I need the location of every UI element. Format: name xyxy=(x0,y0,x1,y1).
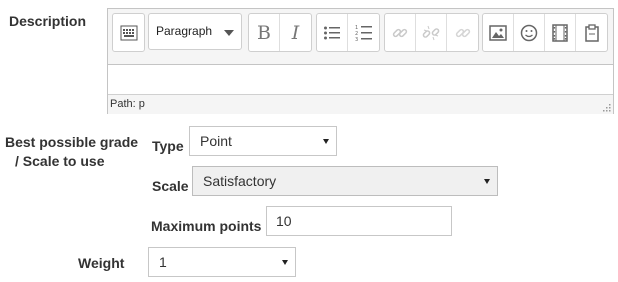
rich-text-editor: Paragraph B I 1 2 3 Path: p xyxy=(107,8,614,114)
image-button[interactable] xyxy=(483,14,514,51)
unlink-icon xyxy=(422,25,440,40)
media-button[interactable] xyxy=(545,14,576,51)
bullet-list-icon xyxy=(324,26,340,39)
chevron-down-icon xyxy=(282,260,288,265)
media-group xyxy=(482,13,608,52)
type-label: Type xyxy=(152,138,184,154)
list-group: 1 2 3 xyxy=(316,13,380,52)
link-button[interactable] xyxy=(385,14,416,51)
image-icon xyxy=(489,24,507,41)
chevron-down-icon xyxy=(323,139,329,144)
resize-handle-icon[interactable] xyxy=(601,102,611,112)
svg-text:3: 3 xyxy=(355,37,358,42)
paragraph-format-select[interactable]: Paragraph xyxy=(148,13,242,50)
italic-icon: I xyxy=(291,21,300,44)
numbered-list-button[interactable]: 1 2 3 xyxy=(348,14,379,51)
anchor-icon xyxy=(455,28,470,37)
toolbar-toggle-icon xyxy=(120,25,137,40)
italic-button[interactable]: I xyxy=(280,14,311,51)
grade-type-select[interactable]: Point xyxy=(189,126,337,156)
toolbar-toggle-group xyxy=(112,13,145,52)
scale-value: Satisfactory xyxy=(203,173,277,189)
editor-content-area[interactable] xyxy=(108,65,613,93)
weight-value: 1 xyxy=(159,254,167,270)
bold-button[interactable]: B xyxy=(249,14,280,51)
link-icon xyxy=(392,28,408,37)
bullet-list-button[interactable] xyxy=(317,14,348,51)
grade-type-value: Point xyxy=(200,133,232,149)
media-icon xyxy=(552,23,568,42)
link-group xyxy=(384,13,479,52)
weight-select[interactable]: 1 xyxy=(148,247,296,277)
anchor-button[interactable] xyxy=(447,14,478,51)
paste-icon xyxy=(584,23,599,42)
paragraph-format-value: Paragraph xyxy=(156,24,213,38)
grade-label: Best possible grade xyxy=(5,134,139,150)
scale-select[interactable]: Satisfactory xyxy=(192,166,498,196)
scale-label: Scale xyxy=(152,178,189,194)
toolbar-toggle-button[interactable] xyxy=(113,14,144,51)
maximum-points-input[interactable]: 10 xyxy=(266,206,452,236)
chevron-down-icon xyxy=(484,179,490,184)
editor-path: Path: p xyxy=(110,98,145,110)
emoticon-icon xyxy=(520,24,538,41)
maximum-points-label: Maximum points xyxy=(151,218,262,234)
scale-to-use-label: / Scale to use xyxy=(15,153,105,169)
numbered-list-icon: 1 2 3 xyxy=(355,25,372,42)
bold-icon: B xyxy=(257,21,271,44)
paste-button[interactable] xyxy=(576,14,607,51)
text-style-group: B I xyxy=(248,13,312,52)
description-label: Description xyxy=(9,13,87,29)
weight-label: Weight xyxy=(78,255,125,271)
editor-statusbar: Path: p xyxy=(108,94,613,114)
unlink-button[interactable] xyxy=(416,14,447,51)
editor-toolbar: Paragraph B I 1 2 3 xyxy=(108,9,613,65)
emoticon-button[interactable] xyxy=(514,14,545,51)
chevron-down-icon xyxy=(224,30,234,36)
